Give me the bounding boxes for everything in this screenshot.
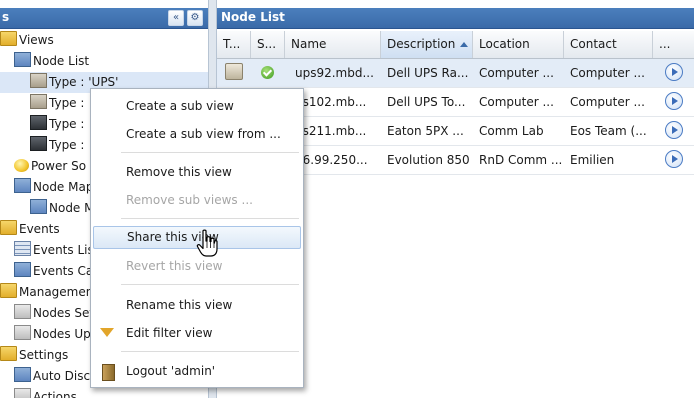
events-list-icon bbox=[14, 241, 31, 256]
cell-location: Comm Lab bbox=[479, 124, 544, 138]
cell-contact: Computer ... bbox=[570, 95, 645, 109]
grid-header: T... S... Name Description Location Cont… bbox=[217, 31, 694, 59]
menu-separator bbox=[121, 284, 299, 285]
cell-contact: Computer ... bbox=[570, 66, 645, 80]
panel-settings-button[interactable]: ⚙ bbox=[187, 10, 203, 26]
cell-location: RnD Comm ... bbox=[479, 153, 563, 167]
cell-contact: Eos Team (... bbox=[570, 124, 647, 138]
logout-icon bbox=[102, 364, 115, 381]
filter-icon bbox=[100, 328, 114, 337]
status-ok-icon bbox=[261, 66, 274, 79]
folder-icon bbox=[0, 346, 17, 361]
menu-separator bbox=[121, 218, 299, 219]
menu-separator bbox=[121, 351, 299, 352]
menu-item-edit-filter[interactable]: Edit filter view bbox=[93, 322, 301, 345]
tree-item-node-list[interactable]: Node List bbox=[0, 51, 208, 72]
cell-description: Dell UPS To... bbox=[387, 95, 466, 109]
menu-item-create-sub-view-from[interactable]: Create a sub view from ... bbox=[93, 123, 301, 146]
ups-icon bbox=[225, 63, 243, 80]
computer-icon bbox=[30, 115, 47, 130]
column-header-location[interactable]: Location bbox=[473, 31, 564, 58]
hand-cursor-icon bbox=[196, 229, 218, 257]
cell-description: Eaton 5PX ... bbox=[387, 124, 464, 138]
folder-icon bbox=[0, 283, 17, 298]
column-header-type[interactable]: T... bbox=[217, 31, 251, 58]
computer-icon bbox=[30, 136, 47, 151]
node-list-icon bbox=[14, 52, 31, 67]
column-header-more[interactable]: ... bbox=[653, 31, 694, 58]
events-calendar-icon bbox=[14, 262, 31, 277]
node-map-icon bbox=[14, 178, 31, 193]
play-icon[interactable] bbox=[665, 150, 683, 168]
menu-item-logout[interactable]: Logout 'admin' bbox=[93, 360, 301, 383]
play-icon[interactable] bbox=[665, 121, 683, 139]
menu-separator bbox=[121, 152, 299, 153]
node-list-title: Node List bbox=[221, 10, 285, 24]
cell-location: Computer ... bbox=[479, 66, 554, 80]
play-icon[interactable] bbox=[665, 63, 683, 81]
bottom-edge bbox=[0, 398, 694, 410]
nodes-upgrade-icon bbox=[14, 325, 31, 340]
folder-icon bbox=[0, 31, 17, 46]
play-icon[interactable] bbox=[665, 92, 683, 110]
column-header-name[interactable]: Name bbox=[285, 31, 381, 58]
node-list-header: Node List bbox=[217, 8, 694, 29]
nodes-settings-icon bbox=[14, 304, 31, 319]
column-header-status[interactable]: S... bbox=[251, 31, 285, 58]
menu-item-remove-sub-views[interactable]: Remove sub views ... bbox=[93, 189, 301, 212]
views-panel-header: s « ⚙ bbox=[0, 8, 208, 29]
cell-description: Dell UPS Ra... bbox=[387, 66, 469, 80]
node-map-icon bbox=[30, 199, 47, 214]
collapse-panel-button[interactable]: « bbox=[168, 10, 184, 26]
cell-description: Evolution 850 bbox=[387, 153, 470, 167]
bulb-icon bbox=[14, 159, 29, 172]
auto-discovery-icon bbox=[14, 367, 31, 382]
menu-item-rename-view[interactable]: Rename this view bbox=[93, 294, 301, 317]
ups-icon bbox=[30, 73, 47, 88]
cell-name: ups92.mbd... bbox=[295, 66, 374, 80]
tree-item-views[interactable]: Views bbox=[0, 30, 208, 51]
ups-icon bbox=[30, 94, 47, 109]
cell-contact: Emilien bbox=[570, 153, 615, 167]
views-panel-title: s bbox=[2, 10, 10, 24]
column-header-contact[interactable]: Contact bbox=[564, 31, 653, 58]
menu-item-remove-view[interactable]: Remove this view bbox=[93, 161, 301, 184]
folder-icon bbox=[0, 220, 17, 235]
menu-item-create-sub-view[interactable]: Create a sub view bbox=[93, 95, 301, 118]
table-row[interactable]: ups92.mbd... Dell UPS Ra... Computer ...… bbox=[217, 59, 694, 88]
column-header-description[interactable]: Description bbox=[381, 31, 473, 58]
cell-location: Computer ... bbox=[479, 95, 554, 109]
sort-ascending-icon bbox=[460, 42, 469, 47]
